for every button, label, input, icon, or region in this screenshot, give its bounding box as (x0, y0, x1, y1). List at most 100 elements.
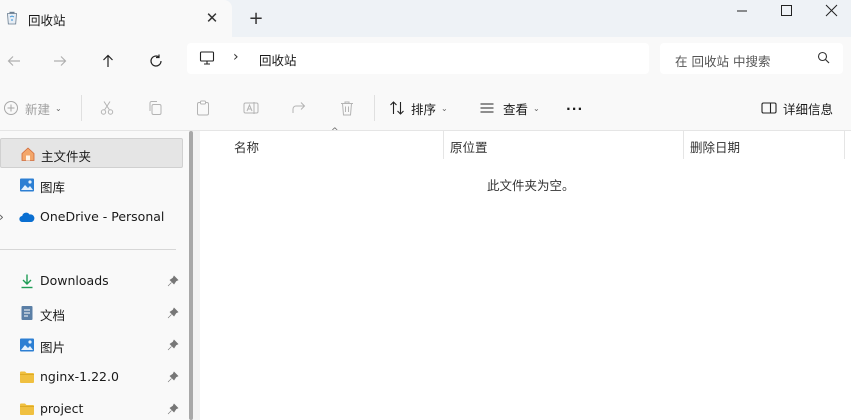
home-icon (21, 147, 35, 161)
sidebar-item-nginx[interactable]: nginx-1.22.0 (0, 362, 183, 392)
refresh-button[interactable] (142, 47, 170, 75)
refresh-icon (150, 54, 162, 67)
back-button[interactable] (0, 47, 28, 75)
new-button[interactable]: 新建 ⌄ (3, 96, 62, 120)
sidebar-item-label: 主文件夹 (41, 149, 92, 164)
new-tab-button[interactable]: + (246, 9, 266, 29)
cut-button[interactable] (99, 96, 115, 120)
recycle-bin-icon (7, 11, 17, 25)
document-icon (21, 306, 33, 320)
address-bar[interactable]: › 回收站 (187, 43, 649, 74)
column-label: 删除日期 (690, 140, 741, 155)
maximize-icon (781, 5, 792, 16)
sort-ascending-icon: ^ (331, 127, 339, 137)
column-label: 名称 (234, 140, 260, 155)
up-button[interactable] (94, 47, 122, 75)
more-options-button[interactable]: ··· (566, 96, 583, 120)
maximize-button[interactable] (764, 0, 809, 22)
minimize-icon (737, 10, 747, 12)
sidebar-item-label: OneDrive - Personal (40, 209, 165, 224)
view-button[interactable]: 查看 ⌄ (479, 96, 540, 120)
pictures-icon (20, 338, 34, 352)
title-bar: 回收站 ✕ + (0, 0, 851, 37)
arrow-up-icon (103, 54, 113, 67)
rename-button[interactable] (243, 96, 259, 120)
sort-label: 排序 (411, 101, 437, 117)
sidebar-item-label: 文档 (40, 308, 66, 323)
sidebar-item-pictures[interactable]: 图片 (0, 330, 183, 360)
arrow-right-icon (54, 56, 67, 66)
sidebar-item-home[interactable]: 主文件夹 (0, 138, 183, 168)
share-button[interactable] (291, 96, 307, 120)
gallery-icon (20, 178, 34, 192)
breadcrumb-location[interactable]: 回收站 (259, 50, 297, 69)
expand-chevron-icon[interactable]: › (0, 210, 4, 224)
sidebar-item-downloads[interactable]: Downloads (0, 266, 183, 296)
sidebar-item-gallery[interactable]: 图库 (0, 170, 183, 200)
search-icon (817, 51, 830, 64)
sidebar-item-label: project (40, 401, 84, 416)
chevron-down-icon: ⌄ (55, 103, 62, 113)
share-icon (292, 102, 306, 113)
download-arrow-icon (21, 274, 33, 289)
sidebar-item-label: Downloads (40, 273, 109, 288)
view-list-icon (480, 103, 494, 113)
navigation-bar: › 回收站 在 回收站 中搜索 (0, 37, 851, 84)
scissors-icon (100, 101, 114, 115)
onedrive-cloud-icon (19, 212, 35, 223)
column-divider[interactable] (844, 131, 845, 159)
empty-folder-message: 此文件夹为空。 (487, 178, 575, 193)
pin-icon[interactable] (167, 371, 179, 383)
toolbar-divider (81, 95, 82, 121)
copy-button[interactable] (147, 96, 163, 120)
sidebar-item-documents[interactable]: 文档 (0, 298, 183, 328)
sort-icon (390, 101, 404, 115)
rename-icon (243, 102, 259, 114)
pin-icon[interactable] (167, 403, 179, 415)
search-input[interactable]: 在 回收站 中搜索 (675, 51, 770, 70)
details-pane-icon (761, 102, 777, 114)
column-header-original-location[interactable]: 原位置 (444, 131, 683, 159)
chevron-down-icon: ⌄ (533, 103, 540, 113)
sidebar-item-onedrive[interactable]: › OneDrive - Personal (0, 202, 183, 232)
details-pane-button[interactable]: 详细信息 (761, 96, 833, 120)
pin-icon[interactable] (167, 275, 179, 287)
view-label: 查看 (503, 101, 529, 117)
column-label: 原位置 (450, 140, 488, 155)
toolbar-divider (374, 95, 375, 121)
sidebar-item-project[interactable]: project (0, 394, 183, 420)
arrow-left-icon (7, 56, 20, 66)
sidebar-scrollbar[interactable] (189, 131, 193, 420)
plus-circle-icon (4, 101, 18, 115)
sidebar-divider (0, 249, 176, 250)
sidebar-item-label: 图片 (40, 340, 66, 355)
navigation-pane: 主文件夹 图库 › OneDrive - Personal Downloads … (0, 131, 190, 420)
delete-button[interactable] (339, 96, 355, 120)
new-label: 新建 (25, 101, 51, 117)
trash-icon (341, 101, 353, 116)
pin-icon[interactable] (167, 307, 179, 319)
close-icon (825, 4, 838, 17)
paste-button[interactable] (195, 96, 211, 120)
search-box[interactable]: 在 回收站 中搜索 (660, 43, 843, 74)
column-header-date-deleted[interactable]: 删除日期 (684, 131, 844, 159)
column-header-name[interactable]: ^ 名称 (200, 127, 443, 159)
command-bar: 新建 ⌄ 排序 ⌄ 查看 ⌄ ··· 详细信息 (0, 84, 851, 131)
file-list-pane: ^ 名称 原位置 删除日期 此文件夹为空。 (200, 127, 851, 420)
copy-icon (149, 101, 162, 115)
tab-close-button[interactable]: ✕ (203, 9, 221, 27)
chevron-down-icon: ⌄ (441, 103, 448, 113)
pin-icon[interactable] (167, 339, 179, 351)
computer-icon (199, 51, 215, 65)
folder-icon (20, 371, 34, 383)
sort-button[interactable]: 排序 ⌄ (389, 96, 448, 120)
breadcrumb-chevron-icon[interactable]: › (233, 49, 239, 65)
clipboard-icon (197, 100, 209, 116)
forward-button[interactable] (46, 47, 74, 75)
sidebar-item-label: nginx-1.22.0 (40, 369, 119, 384)
sidebar-item-label: 图库 (40, 180, 66, 195)
details-label: 详细信息 (783, 101, 834, 117)
tab-recycle-bin[interactable]: 回收站 ✕ (0, 0, 232, 37)
close-window-button[interactable] (809, 0, 851, 22)
minimize-button[interactable] (719, 0, 764, 22)
